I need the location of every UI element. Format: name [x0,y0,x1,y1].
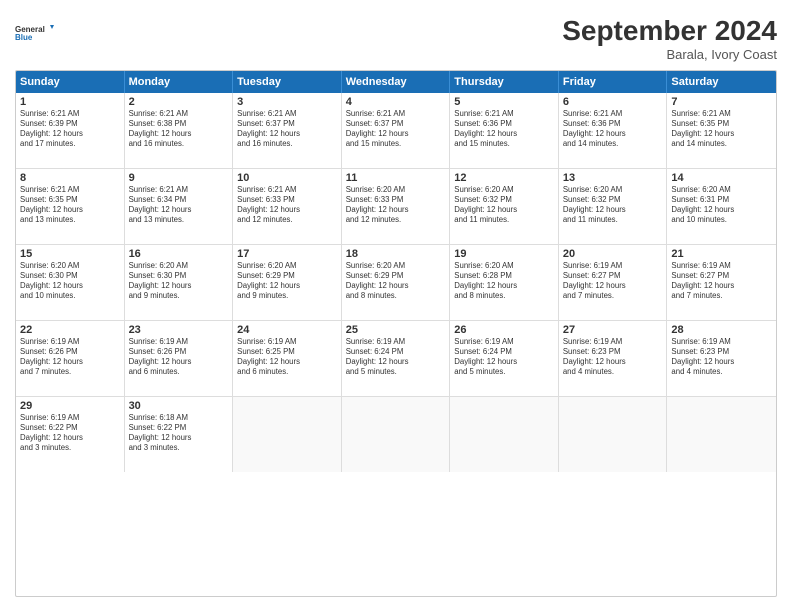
week-row-2: 8 Sunrise: 6:21 AM Sunset: 6:35 PM Dayli… [16,169,776,245]
svg-text:Blue: Blue [15,33,33,42]
daylight: Daylight: 12 hours [20,129,120,139]
header-sunday: Sunday [16,71,125,93]
header-saturday: Saturday [667,71,776,93]
header: General Blue September 2024 Barala, Ivor… [15,15,777,62]
day-number: 2 [129,96,229,108]
calendar-body: 1 Sunrise: 6:21 AM Sunset: 6:39 PM Dayli… [16,93,776,472]
cell-11: 11 Sunrise: 6:20 AM Sunset: 6:33 PM Dayl… [342,169,451,244]
cell-30: 30 Sunrise: 6:18 AM Sunset: 6:22 PM Dayl… [125,397,234,472]
cell-21: 21 Sunrise: 6:19 AM Sunset: 6:27 PM Dayl… [667,245,776,320]
sunset: Sunset: 6:39 PM [20,119,120,129]
day-number: 5 [454,96,554,108]
page: General Blue September 2024 Barala, Ivor… [0,0,792,612]
calendar: Sunday Monday Tuesday Wednesday Thursday… [15,70,777,597]
day-number: 7 [671,96,772,108]
cell-12: 12 Sunrise: 6:20 AM Sunset: 6:32 PM Dayl… [450,169,559,244]
cell-empty-2 [342,397,451,472]
logo: General Blue [15,15,55,53]
cell-29: 29 Sunrise: 6:19 AM Sunset: 6:22 PM Dayl… [16,397,125,472]
header-monday: Monday [125,71,234,93]
cell-empty-1 [233,397,342,472]
cell-7: 7 Sunrise: 6:21 AM Sunset: 6:35 PM Dayli… [667,93,776,168]
cell-28: 28 Sunrise: 6:19 AM Sunset: 6:23 PM Dayl… [667,321,776,396]
cell-empty-3 [450,397,559,472]
cell-26: 26 Sunrise: 6:19 AM Sunset: 6:24 PM Dayl… [450,321,559,396]
cell-13: 13 Sunrise: 6:20 AM Sunset: 6:32 PM Dayl… [559,169,668,244]
cell-18: 18 Sunrise: 6:20 AM Sunset: 6:29 PM Dayl… [342,245,451,320]
cell-15: 15 Sunrise: 6:20 AM Sunset: 6:30 PM Dayl… [16,245,125,320]
day-number: 1 [20,96,120,108]
cell-25: 25 Sunrise: 6:19 AM Sunset: 6:24 PM Dayl… [342,321,451,396]
cell-22: 22 Sunrise: 6:19 AM Sunset: 6:26 PM Dayl… [16,321,125,396]
cell-23: 23 Sunrise: 6:19 AM Sunset: 6:26 PM Dayl… [125,321,234,396]
day-number: 3 [237,96,337,108]
cell-27: 27 Sunrise: 6:19 AM Sunset: 6:23 PM Dayl… [559,321,668,396]
cell-empty-4 [559,397,668,472]
cell-1: 1 Sunrise: 6:21 AM Sunset: 6:39 PM Dayli… [16,93,125,168]
day-number: 6 [563,96,663,108]
daylight-and: and 17 minutes. [20,139,120,149]
cell-14: 14 Sunrise: 6:20 AM Sunset: 6:31 PM Dayl… [667,169,776,244]
header-tuesday: Tuesday [233,71,342,93]
week-row-3: 15 Sunrise: 6:20 AM Sunset: 6:30 PM Dayl… [16,245,776,321]
cell-empty-5 [667,397,776,472]
cell-2: 2 Sunrise: 6:21 AM Sunset: 6:38 PM Dayli… [125,93,234,168]
cell-9: 9 Sunrise: 6:21 AM Sunset: 6:34 PM Dayli… [125,169,234,244]
cell-8: 8 Sunrise: 6:21 AM Sunset: 6:35 PM Dayli… [16,169,125,244]
header-wednesday: Wednesday [342,71,451,93]
cell-20: 20 Sunrise: 6:19 AM Sunset: 6:27 PM Dayl… [559,245,668,320]
cell-17: 17 Sunrise: 6:20 AM Sunset: 6:29 PM Dayl… [233,245,342,320]
cell-16: 16 Sunrise: 6:20 AM Sunset: 6:30 PM Dayl… [125,245,234,320]
cell-6: 6 Sunrise: 6:21 AM Sunset: 6:36 PM Dayli… [559,93,668,168]
header-thursday: Thursday [450,71,559,93]
week-row-4: 22 Sunrise: 6:19 AM Sunset: 6:26 PM Dayl… [16,321,776,397]
title-area: September 2024 Barala, Ivory Coast [562,15,777,62]
week-row-5: 29 Sunrise: 6:19 AM Sunset: 6:22 PM Dayl… [16,397,776,472]
cell-19: 19 Sunrise: 6:20 AM Sunset: 6:28 PM Dayl… [450,245,559,320]
cell-3: 3 Sunrise: 6:21 AM Sunset: 6:37 PM Dayli… [233,93,342,168]
cell-24: 24 Sunrise: 6:19 AM Sunset: 6:25 PM Dayl… [233,321,342,396]
cell-10: 10 Sunrise: 6:21 AM Sunset: 6:33 PM Dayl… [233,169,342,244]
location: Barala, Ivory Coast [562,47,777,62]
day-number: 4 [346,96,446,108]
header-friday: Friday [559,71,668,93]
logo-svg: General Blue [15,15,55,53]
cell-4: 4 Sunrise: 6:21 AM Sunset: 6:37 PM Dayli… [342,93,451,168]
calendar-header: Sunday Monday Tuesday Wednesday Thursday… [16,71,776,93]
sunrise: Sunrise: 6:21 AM [20,109,120,119]
week-row-1: 1 Sunrise: 6:21 AM Sunset: 6:39 PM Dayli… [16,93,776,169]
cell-5: 5 Sunrise: 6:21 AM Sunset: 6:36 PM Dayli… [450,93,559,168]
month-title: September 2024 [562,15,777,47]
